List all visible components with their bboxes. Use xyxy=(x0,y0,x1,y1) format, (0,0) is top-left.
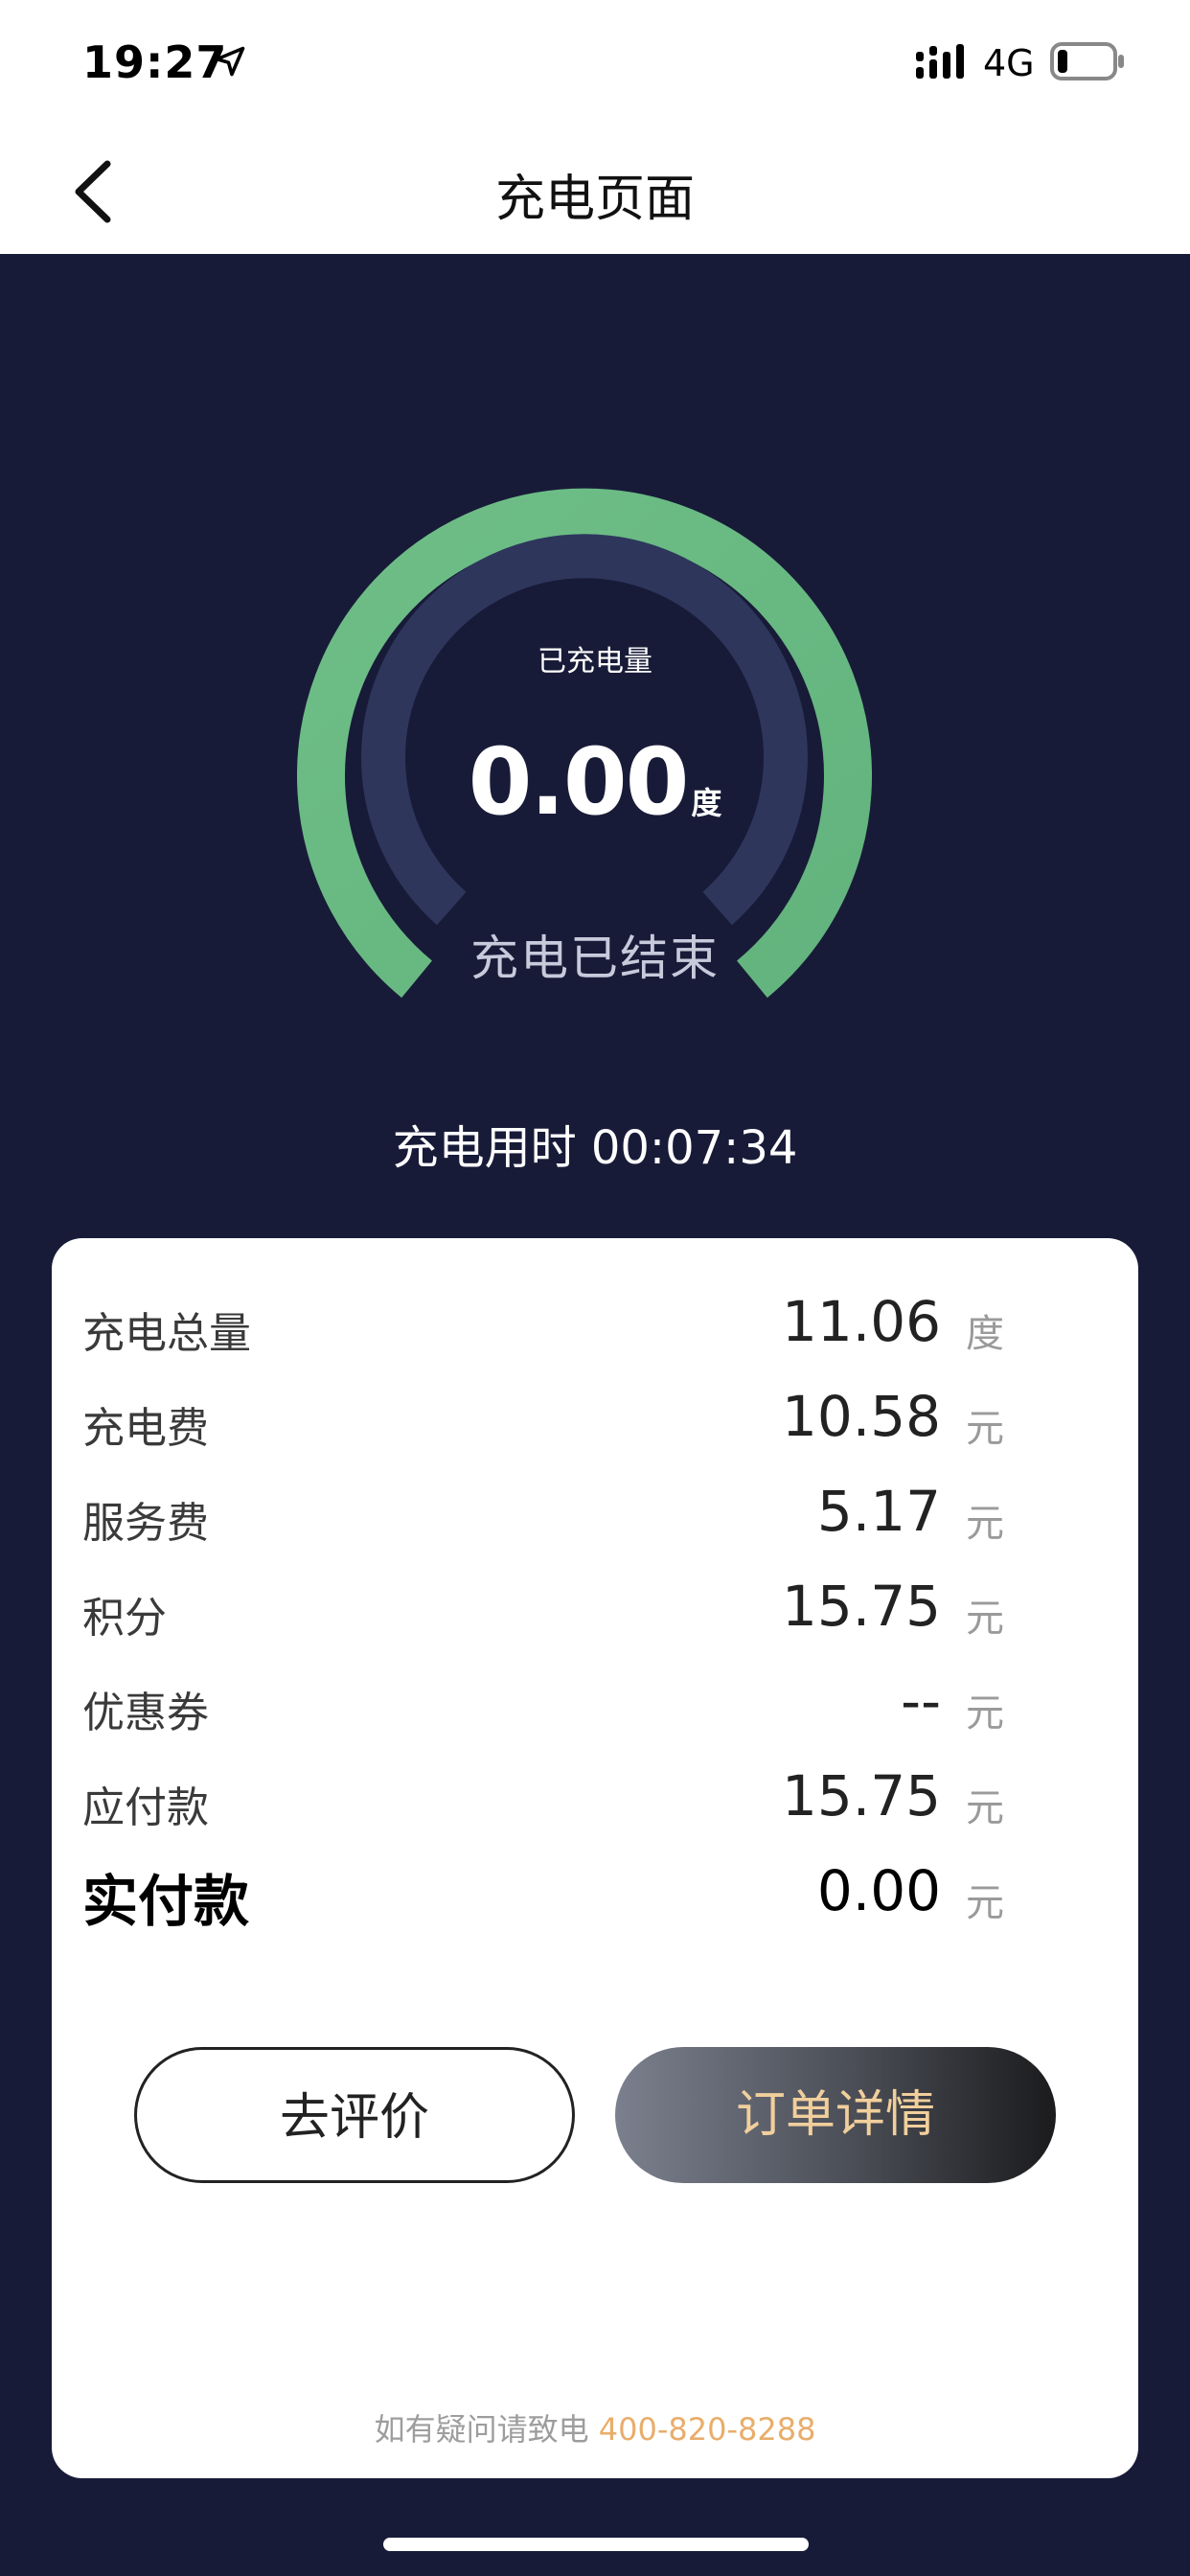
gauge-label: 已充电量 xyxy=(538,645,652,678)
row-value: 5.17 xyxy=(816,1479,941,1544)
status-time: 19:27 xyxy=(82,36,228,88)
row-unit: 元 xyxy=(966,1881,1004,1925)
summary-row-coupon: 优惠券 -- 元 xyxy=(82,1667,1012,1743)
nav-bar: 充电页面 xyxy=(0,129,1190,254)
row-value: 10.58 xyxy=(781,1384,941,1449)
home-indicator xyxy=(383,2538,809,2551)
network-type: 4G xyxy=(983,42,1035,84)
row-value: 0.00 xyxy=(816,1858,941,1923)
row-value: 15.75 xyxy=(781,1574,941,1639)
page-title: 充电页面 xyxy=(494,171,695,228)
row-unit: 元 xyxy=(966,1407,1004,1451)
charge-status: 充电已结束 xyxy=(470,931,720,986)
row-unit: 元 xyxy=(966,1786,1004,1830)
location-arrow-icon xyxy=(215,46,245,77)
summary-row-payable: 应付款 15.75 元 xyxy=(82,1761,1012,1838)
order-details-button[interactable]: 订单详情 xyxy=(615,2047,1056,2183)
row-label: 服务费 xyxy=(82,1499,209,1548)
battery-icon xyxy=(1050,42,1124,80)
signal-icon xyxy=(916,44,964,79)
row-value: 11.06 xyxy=(781,1289,941,1354)
row-unit: 元 xyxy=(966,1691,1004,1736)
row-unit: 度 xyxy=(966,1312,1004,1356)
status-bar: 19:27 4G xyxy=(0,0,1190,129)
row-unit: 元 xyxy=(966,1597,1004,1641)
row-label: 应付款 xyxy=(82,1783,209,1832)
row-label: 充电总量 xyxy=(82,1309,251,1358)
row-label: 积分 xyxy=(82,1594,167,1643)
gauge-unit: 度 xyxy=(691,785,722,821)
summary-row-total-energy: 充电总量 11.06 度 xyxy=(82,1287,1012,1364)
contact-line: 如有疑问请致电 400-820-8288 xyxy=(0,2405,1190,2450)
review-button[interactable]: 去评价 xyxy=(134,2047,575,2183)
contact-phone-link[interactable]: 400-820-8288 xyxy=(599,2411,816,2448)
contact-prefix: 如有疑问请致电 xyxy=(374,2411,599,2448)
summary-row-charge-fee: 充电费 10.58 元 xyxy=(82,1382,1012,1459)
summary-row-service-fee: 服务费 5.17 元 xyxy=(82,1477,1012,1553)
gauge-value: 0.00 xyxy=(468,728,690,836)
row-unit: 元 xyxy=(966,1502,1004,1546)
gauge-readout: 0.00 度 xyxy=(0,728,1190,836)
row-label: 充电费 xyxy=(82,1404,209,1453)
row-label: 优惠券 xyxy=(82,1689,209,1737)
row-value: -- xyxy=(901,1668,941,1734)
row-label: 实付款 xyxy=(82,1869,250,1934)
row-value: 15.75 xyxy=(781,1763,941,1828)
summary-row-points: 积分 15.75 元 xyxy=(82,1572,1012,1648)
charge-duration: 充电用时 00:07:34 xyxy=(392,1121,798,1175)
summary-row-paid: 实付款 0.00 元 xyxy=(82,1856,1012,1934)
